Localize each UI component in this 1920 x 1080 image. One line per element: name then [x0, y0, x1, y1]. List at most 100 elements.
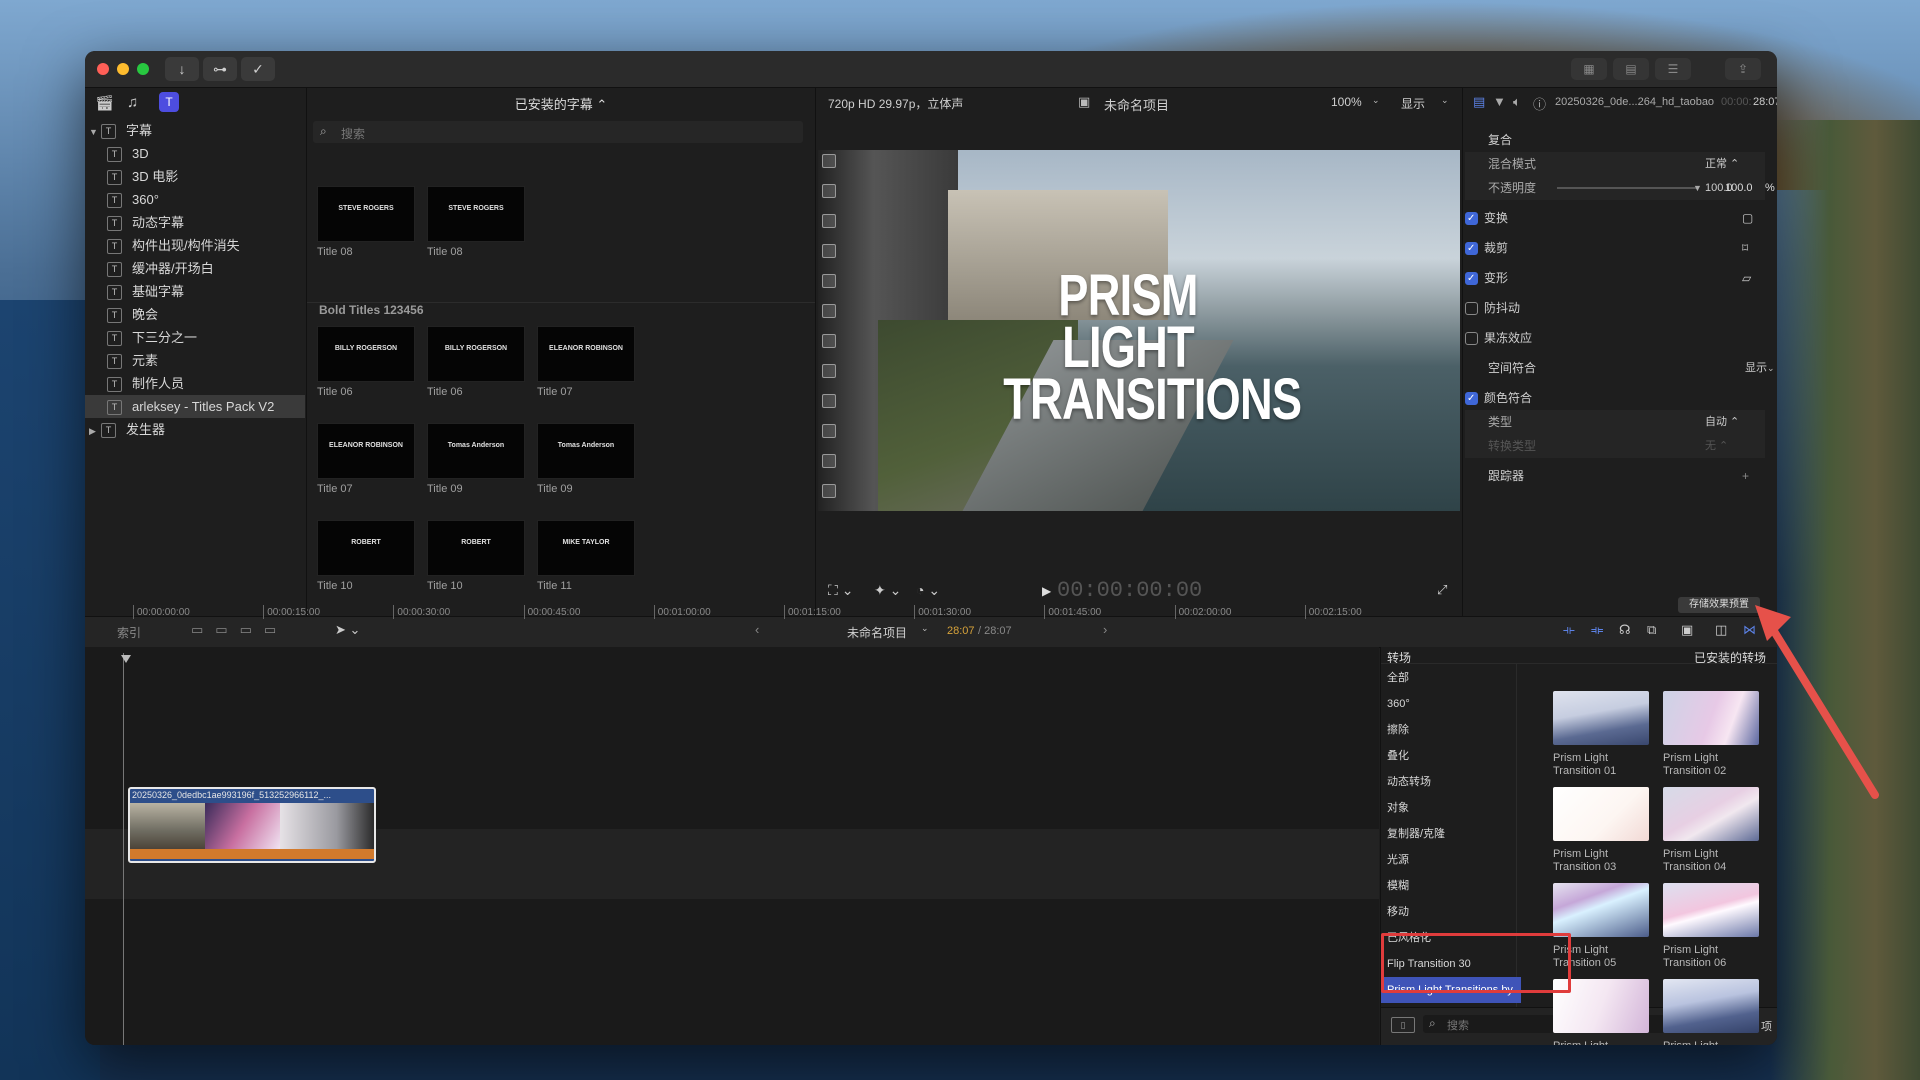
timeline-clip[interactable]: 20250326_0dedbc1ae993196f_513252966112_.…: [128, 787, 376, 863]
checkbox[interactable]: [1465, 302, 1478, 316]
crop-overlay-icon[interactable]: ⌑: [1742, 236, 1748, 260]
title-thumbnail[interactable]: ELEANOR ROBINSON: [537, 326, 635, 382]
back-icon[interactable]: ‹: [755, 622, 759, 637]
audio-skimming-icon[interactable]: ⟚: [1591, 622, 1603, 638]
inspector-row-stabilization[interactable]: 防抖动: [1465, 296, 1765, 320]
display-menu[interactable]: 显示: [1401, 95, 1425, 112]
forward-icon[interactable]: ›: [1103, 622, 1107, 637]
sidebar-item[interactable]: Tarleksey - Titles Pack V2: [85, 395, 305, 418]
inspector-row-opacity-label[interactable]: 不透明度 100.0 ▼ 100.0%: [1465, 176, 1775, 200]
checkbox[interactable]: [1465, 387, 1478, 411]
title-thumbnail[interactable]: Tomas Anderson: [537, 423, 635, 479]
import-icon[interactable]: ↓: [165, 57, 199, 81]
opacity-value[interactable]: 100.0: [1725, 176, 1753, 200]
transition-thumbnail[interactable]: [1663, 787, 1759, 841]
transition-thumbnail[interactable]: [1553, 883, 1649, 937]
inspector-row-color-conform[interactable]: 颜色符合: [1465, 386, 1765, 411]
transition-category[interactable]: 叠化: [1381, 743, 1521, 769]
fullscreen-icon[interactable]: ⤢: [1437, 582, 1447, 598]
inspector-row-crop[interactable]: 裁剪 ⌑: [1465, 236, 1765, 261]
transition-category[interactable]: 动态转场: [1381, 769, 1521, 795]
title-thumbnail[interactable]: ELEANOR ROBINSON: [317, 423, 415, 479]
transition-category[interactable]: 移动: [1381, 899, 1521, 925]
transition-thumbnail[interactable]: [1553, 691, 1649, 745]
distort-overlay-icon[interactable]: ▱: [1742, 266, 1751, 290]
snapping-icon[interactable]: ⧉: [1647, 622, 1656, 638]
layout-grid-icon[interactable]: ▦: [1571, 58, 1607, 80]
add-icon[interactable]: +: [1742, 464, 1749, 488]
transition-thumbnail[interactable]: [1663, 979, 1759, 1033]
inspector-value[interactable]: 显示: [1745, 356, 1767, 380]
save-preset-button[interactable]: 存储效果预置: [1678, 597, 1760, 613]
inspector-value[interactable]: 正常 ⌃: [1705, 152, 1739, 176]
inspector-row-distort[interactable]: 变形 ▱: [1465, 266, 1765, 291]
title-thumbnail[interactable]: MIKE TAYLOR: [537, 520, 635, 576]
sidebar-item[interactable]: T 晚会: [85, 303, 305, 326]
title-thumbnail[interactable]: STEVE ROGERS: [427, 186, 525, 242]
transition-category[interactable]: 光源: [1381, 847, 1521, 873]
play-icon[interactable]: ▶: [1042, 584, 1051, 598]
edit-buttons-icon[interactable]: ▭▭▭▭: [191, 622, 288, 638]
checkbox[interactable]: [1465, 332, 1478, 346]
inspector-row-rolling-shutter[interactable]: 果冻效应: [1465, 326, 1765, 350]
transition-category[interactable]: 全部: [1381, 665, 1521, 691]
transition-category[interactable]: 360°: [1381, 691, 1521, 717]
zoom-level[interactable]: 100%: [1331, 95, 1362, 109]
layout-inspector-icon[interactable]: ☰: [1655, 58, 1691, 80]
transition-thumbnail[interactable]: [1663, 883, 1759, 937]
browser-search-field[interactable]: ⌕ 搜索: [313, 121, 803, 143]
sidebar-item[interactable]: T 360°: [85, 188, 305, 211]
playhead-handle[interactable]: [121, 655, 131, 663]
video-inspector-icon[interactable]: ▤: [1473, 94, 1485, 110]
transform-overlay-icon[interactable]: ▢: [1742, 206, 1753, 230]
sidebar-item[interactable]: T 缓冲器/开场白: [85, 257, 305, 280]
transition-category[interactable]: 擦除: [1381, 717, 1521, 743]
sidebar-item[interactable]: T 基础字幕: [85, 280, 305, 303]
keyword-icon[interactable]: ⊶: [203, 57, 237, 81]
slider-knob-icon[interactable]: ▼: [1693, 176, 1702, 200]
inspector-value[interactable]: 自动 ⌃: [1705, 410, 1739, 434]
title-thumbnail[interactable]: BILLY ROGERSON: [317, 326, 415, 382]
playhead[interactable]: [123, 653, 124, 1045]
title-thumbnail[interactable]: ROBERT: [427, 520, 525, 576]
zoom-window-button[interactable]: [137, 63, 149, 75]
sidebar-item[interactable]: T 制作人员: [85, 372, 305, 395]
sidebar-item[interactable]: T 下三分之一: [85, 326, 305, 349]
inspector-row-type-label[interactable]: 类型 自动 ⌃: [1465, 410, 1765, 434]
sidebar-toggle-icon[interactable]: ▯: [1391, 1017, 1415, 1033]
viewer-timecode[interactable]: 00:00:00:00: [1057, 578, 1202, 603]
sidebar-item[interactable]: T 3D: [85, 142, 305, 165]
select-tool-icon[interactable]: ➤ ⌄: [335, 622, 360, 638]
enhance-icon[interactable]: ✦ ⌄: [874, 582, 901, 599]
audio-icon[interactable]: 🔈︎: [1513, 94, 1521, 110]
transition-category[interactable]: 复制器/克隆: [1381, 821, 1521, 847]
video-frame[interactable]: PRISM LIGHT TRANSITIONS: [818, 150, 1460, 511]
share-icon[interactable]: ⇪: [1725, 58, 1761, 80]
transition-category[interactable]: 模糊: [1381, 873, 1521, 899]
browser-dropdown[interactable]: 已安装的字幕 ⌃: [307, 94, 815, 113]
checkbox[interactable]: [1465, 267, 1478, 291]
title-thumbnail[interactable]: STEVE ROGERS: [317, 186, 415, 242]
inspector-row-spatial-conform[interactable]: 空间符合 显示 ⌄: [1465, 356, 1775, 380]
skimming-icon[interactable]: ⟛: [1563, 622, 1575, 638]
sidebar-item[interactable]: T 元素: [85, 349, 305, 372]
clapper-icon[interactable]: 🎬︎: [95, 94, 114, 112]
checkbox[interactable]: [1465, 207, 1478, 231]
inspector-row-transform[interactable]: 变换 ▢: [1465, 206, 1765, 231]
sidebar-item[interactable]: ▶ T 发生器: [85, 418, 305, 441]
opacity-slider[interactable]: [1557, 187, 1697, 189]
layout-timeline-icon[interactable]: ▤: [1613, 58, 1649, 80]
photos-icon[interactable]: ♫: [127, 94, 138, 111]
transition-thumbnail[interactable]: [1553, 787, 1649, 841]
clip-appearance-icon[interactable]: ▣: [1681, 622, 1693, 638]
titles-generators-icon[interactable]: T: [159, 92, 179, 112]
transition-thumbnail[interactable]: [1663, 691, 1759, 745]
title-thumbnail[interactable]: BILLY ROGERSON: [427, 326, 525, 382]
sidebar-item[interactable]: T 动态字幕: [85, 211, 305, 234]
effects-browser-icon[interactable]: ◫: [1715, 622, 1727, 638]
close-window-button[interactable]: [97, 63, 109, 75]
headphones-icon[interactable]: ☊: [1619, 622, 1631, 638]
title-thumbnail[interactable]: Tomas Anderson: [427, 423, 525, 479]
transition-category[interactable]: 对象: [1381, 795, 1521, 821]
filter-icon[interactable]: ▼: [1493, 94, 1506, 109]
